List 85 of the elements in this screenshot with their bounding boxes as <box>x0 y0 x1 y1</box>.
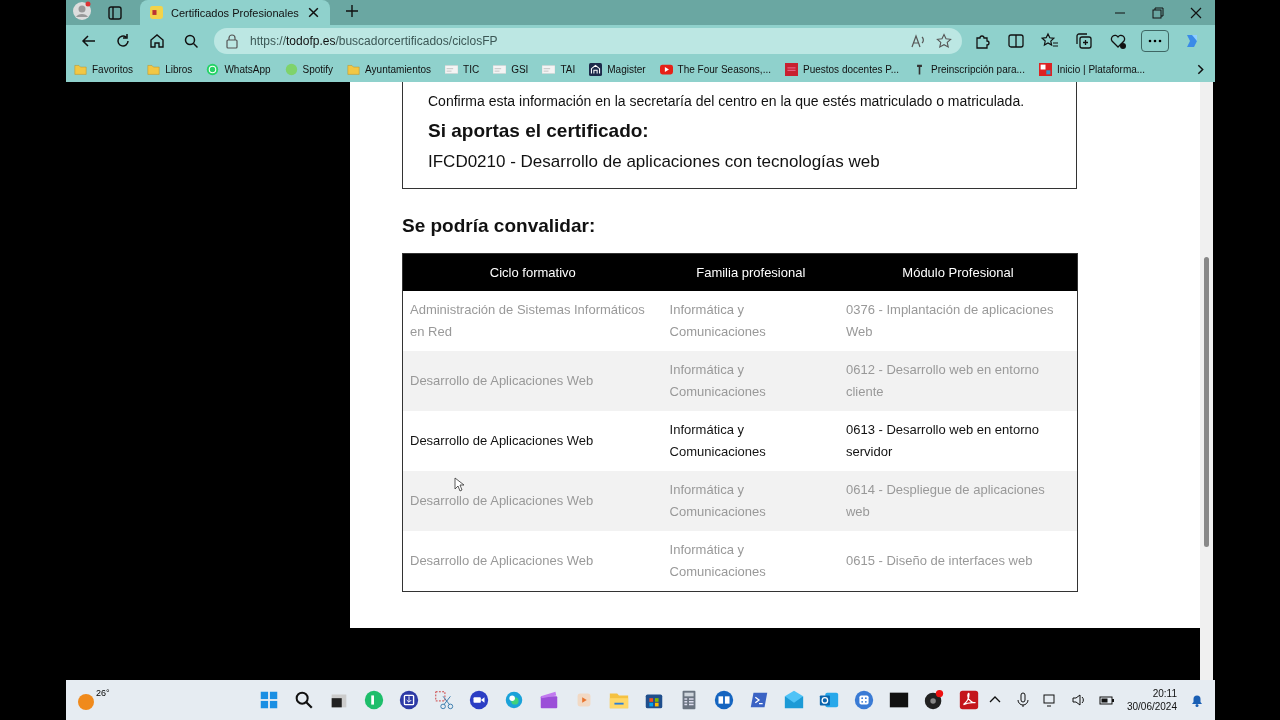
weather-widget[interactable]: 26° <box>76 688 226 712</box>
favorites-icon[interactable] <box>1041 32 1059 50</box>
folder-icon <box>74 63 87 76</box>
read-aloud-icon[interactable] <box>910 33 926 49</box>
info-text: Confirma esta información en la secretaría del centro en la que estés matriculado o matriculada. <box>428 92 1026 111</box>
bookmark-item[interactable]: Inicio | Plataforma... <box>1038 63 1146 76</box>
bookmark-item[interactable]: Puestos docentes P... <box>785 63 899 76</box>
table-cell: Informática y Comunicaciones <box>662 531 839 592</box>
bookmark-item[interactable]: Libros <box>147 63 193 76</box>
table-cell: 0613 - Desarrollo web en entorno servidor <box>838 411 1078 471</box>
profile-avatar-icon[interactable] <box>72 1 92 21</box>
restore-icon[interactable] <box>1151 5 1165 20</box>
mouse-cursor-icon <box>454 477 464 492</box>
folder-icon <box>147 63 161 76</box>
puzzle-icon[interactable] <box>973 32 991 50</box>
column-header: Módulo Profesional <box>838 253 1078 291</box>
section-heading: Si aportas el certificado: <box>428 120 650 142</box>
split-screen-icon[interactable] <box>1007 32 1025 50</box>
page-icon <box>493 63 507 76</box>
play-icon <box>659 63 673 76</box>
chat-bubble-icon <box>206 63 220 76</box>
table-cell: Desarrollo de Aplicaciones Web <box>402 411 663 471</box>
address-bar[interactable]: https://todofp.es/buscadorcertificados/ciclosFP <box>214 28 962 54</box>
sun-icon <box>76 692 96 712</box>
bookmark-item[interactable]: The Four Seasons,... <box>659 63 771 76</box>
column-header: Ciclo formativo <box>402 253 663 291</box>
refresh-icon[interactable] <box>114 32 132 50</box>
table-cell: Administración de Sistemas Informáticos en Red <box>402 291 663 351</box>
bookmark-item[interactable]: TIC <box>445 63 480 76</box>
table-cell: Informática y Comunicaciones <box>662 351 839 411</box>
table-cell: Desarrollo de Aplicaciones Web <box>402 351 663 411</box>
video-camera-icon[interactable] <box>468 689 491 711</box>
table-cell: Informática y Comunicaciones <box>662 471 839 531</box>
microphone-icon[interactable] <box>1014 692 1031 708</box>
new-tab-icon[interactable] <box>344 2 360 19</box>
clock[interactable]: 20:11 30/06/2024 <box>1126 687 1177 713</box>
table-cell: Desarrollo de Aplicaciones Web <box>402 471 663 531</box>
lock-icon <box>224 33 240 49</box>
url-text: https://todofp.es/buscadorcertificados/ciclosFP <box>250 34 499 48</box>
column-header: Familia profesional <box>662 253 839 291</box>
bookmark-item[interactable]: Spotify <box>284 63 334 76</box>
more-icon <box>1148 39 1162 43</box>
certificate-name: IFCD0210 - Desarrollo de aplicaciones con tecnologías web <box>428 152 881 172</box>
table-cell: 0614 - Despliegue de aplicaciones web <box>838 471 1078 531</box>
speaker-icon[interactable] <box>1070 692 1087 708</box>
scissors-icon[interactable] <box>433 689 456 711</box>
page-icon <box>445 63 459 76</box>
grid-app-icon[interactable] <box>853 689 876 711</box>
bookmark-item[interactable]: Magister <box>589 63 646 76</box>
envelope-icon[interactable] <box>783 689 806 711</box>
collections-icon[interactable] <box>1075 32 1093 50</box>
search-icon[interactable] <box>182 32 200 50</box>
table-cell: 0612 - Desarrollo web en entorno cliente <box>838 351 1078 411</box>
star-icon[interactable] <box>936 33 952 49</box>
recorder-icon[interactable] <box>923 689 946 711</box>
flag-icon <box>150 6 163 19</box>
logo-icon <box>1038 63 1052 76</box>
pdf-icon[interactable] <box>958 689 981 711</box>
page-icon <box>542 63 556 76</box>
bookmark-item[interactable]: GSI <box>493 63 529 76</box>
bookmark-item[interactable]: WhatsApp <box>206 63 271 76</box>
table-cell: 0615 - Diseño de interfaces web <box>838 531 1078 592</box>
flag-icon <box>785 63 798 76</box>
table-cell: Informática y Comunicaciones <box>662 291 839 351</box>
bookmark-item[interactable]: Favoritos <box>74 63 134 76</box>
tab-actions-icon[interactable] <box>108 5 122 20</box>
table-cell: 0376 - Implantación de aplicaciones Web <box>838 291 1078 351</box>
bookmark-item[interactable]: TAI <box>542 63 576 76</box>
cards-icon[interactable] <box>713 689 736 711</box>
browser-tab[interactable]: Certificados Profesionales <box>140 0 330 25</box>
table-cell: Informática y Comunicaciones <box>662 411 839 471</box>
more-button[interactable] <box>1141 30 1169 52</box>
section-heading: Se podría convalidar: <box>402 215 597 237</box>
heart-icon[interactable] <box>1109 32 1127 50</box>
folder-icon <box>347 63 361 76</box>
close-icon[interactable] <box>307 6 320 19</box>
download-icon[interactable] <box>398 689 421 711</box>
bookmark-item[interactable]: Ayuntamientos <box>347 63 432 76</box>
circle-icon <box>284 63 298 76</box>
scrollbar[interactable] <box>1200 82 1213 680</box>
close-icon[interactable] <box>1189 5 1203 20</box>
table-cell: Desarrollo de Aplicaciones Web <box>402 531 663 592</box>
house-icon <box>589 63 603 76</box>
home-icon[interactable] <box>148 32 166 50</box>
bookmark-item[interactable]: Preinscripción para... <box>913 63 1025 76</box>
